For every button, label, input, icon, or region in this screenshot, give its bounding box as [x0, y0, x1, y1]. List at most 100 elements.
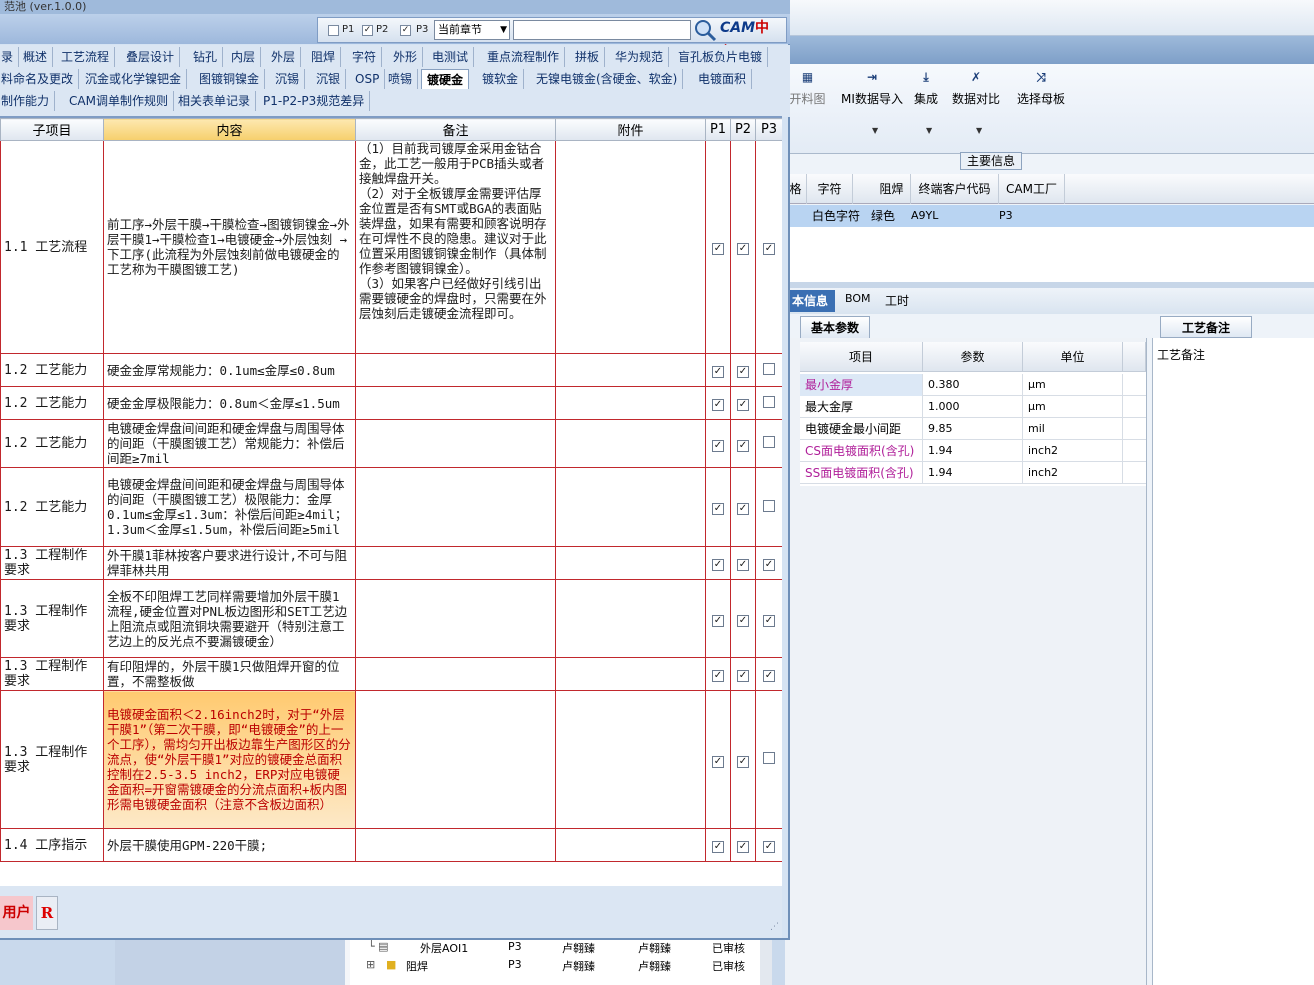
p3-cell[interactable]: ✓ — [755, 657, 782, 691]
process-notes-panel[interactable] — [1152, 338, 1314, 985]
param-row[interactable]: 最大金厚 1.000 μm — [800, 396, 1146, 418]
p1-checkbox[interactable]: ✓ — [712, 614, 724, 627]
content-cell[interactable]: 电镀硬金面积＜2.16inch2时，对于“外层干膜1”（第二次干膜，即“电镀硬金… — [103, 690, 356, 829]
p2-cell[interactable]: ✓ — [730, 419, 756, 468]
p3-checkbox[interactable] — [763, 752, 775, 764]
chapter-tab[interactable]: 镀硬金 — [421, 69, 470, 89]
p1-cell[interactable]: ✓ — [705, 467, 731, 547]
param-value[interactable]: 1.000 — [923, 396, 1023, 418]
param-row[interactable]: 电镀硬金最小间距 9.85 mil — [800, 418, 1146, 440]
ribbon-compare-button[interactable]: ✗ 数据对比 ▼ — [951, 70, 1001, 135]
column-header-subitem[interactable]: 子项目 — [0, 118, 104, 141]
p1-checkbox[interactable]: ✓ — [712, 243, 724, 255]
chapter-tab[interactable]: 字符 — [347, 47, 383, 67]
chevron-down-icon[interactable]: ▼ — [976, 126, 982, 135]
p2-checkbox[interactable]: ✓ — [737, 670, 749, 682]
subitem-cell[interactable]: 1.3 工程制作要求 — [0, 579, 104, 658]
p2-cell[interactable]: ✓ — [730, 140, 756, 354]
table-row[interactable]: 1.2 工艺能力 硬金金厚常规能力：0.1um≤金厚≤0.8um ✓ ✓ — [0, 353, 782, 387]
content-cell[interactable]: 电镀硬金焊盘间间距和硬金焊盘与周围导体的间距（干膜图镀工艺）极限能力：金厚0.1… — [103, 467, 356, 547]
subitem-cell[interactable]: 1.2 工艺能力 — [0, 386, 104, 420]
p3-cell[interactable] — [755, 353, 782, 387]
info-grid-row[interactable]: 白色字符 绿色 A9YL P3 — [785, 205, 1314, 227]
note-cell[interactable] — [355, 353, 556, 387]
chapter-tab[interactable]: 外层 — [266, 47, 302, 67]
attachment-cell[interactable] — [555, 140, 706, 354]
note-cell[interactable] — [355, 546, 556, 580]
tree-expand-icon[interactable]: ⊞ — [366, 958, 375, 971]
p2-cell[interactable]: ✓ — [730, 690, 756, 829]
ribbon-cut-button[interactable]: ▦ 开料图 — [785, 70, 830, 107]
content-cell[interactable]: 全板不印阻焊工艺同样需要增加外层干膜1流程,硬金位置对PNL板边图形和SET工艺… — [103, 579, 356, 658]
chapter-tab[interactable]: 叠层设计 — [121, 47, 181, 67]
p3-cell[interactable] — [755, 386, 782, 420]
tab-bom[interactable]: BOM — [845, 292, 871, 305]
table-row[interactable]: 1.2 工艺能力 电镀硬金焊盘间间距和硬金焊盘与周围导体的间距（干膜图镀工艺）常规… — [0, 419, 782, 468]
chapter-tab[interactable]: 喷锡 — [383, 69, 419, 89]
chapter-tab[interactable]: 沉金或化学镍钯金 — [80, 69, 188, 89]
chapter-tab[interactable]: 沉锡 — [270, 69, 306, 89]
subitem-cell[interactable]: 1.2 工艺能力 — [0, 353, 104, 387]
param-row[interactable]: 最小金厚 0.380 μm — [800, 374, 1146, 396]
p1-cell[interactable]: ✓ — [705, 419, 731, 468]
chapter-tab[interactable]: 相关表单记录 — [173, 91, 257, 111]
attachment-cell[interactable] — [555, 467, 706, 547]
tree-item-name[interactable]: 阻焊 — [406, 958, 428, 974]
p1-cell[interactable]: ✓ — [705, 579, 731, 658]
column-header-p1[interactable]: P1 — [705, 118, 731, 141]
note-cell[interactable] — [355, 657, 556, 691]
p2-cell[interactable]: ✓ — [730, 828, 756, 862]
p3-checkbox[interactable]: ✓ — [763, 614, 775, 627]
table-row[interactable]: 1.4 工序指示 外层干膜使用GPM-220干膜; ✓ ✓ ✓ — [0, 828, 782, 862]
p1-checkbox[interactable]: ✓ — [712, 559, 724, 571]
p2-checkbox[interactable]: ✓ — [737, 366, 749, 378]
p3-checkbox[interactable] — [763, 395, 775, 408]
p2-checkbox[interactable]: ✓ — [737, 559, 749, 571]
resize-grip-icon[interactable]: ⋰ — [770, 922, 782, 934]
chapter-tab[interactable]: 拼板 — [570, 47, 606, 67]
tab-process-notes[interactable]: 工艺备注 — [1160, 316, 1252, 338]
p2-checkbox[interactable]: ✓ — [737, 399, 749, 411]
params-header-unit[interactable]: 单位 — [1023, 342, 1123, 372]
grid-header[interactable]: CAM工厂 — [999, 174, 1065, 204]
params-header-item[interactable]: 项目 — [800, 342, 923, 372]
p3-checkbox[interactable]: ✓ — [763, 841, 775, 853]
param-value[interactable]: 9.85 — [923, 418, 1023, 440]
p3-cell[interactable] — [755, 419, 782, 468]
chapter-tab[interactable]: 华为规范 — [610, 47, 670, 67]
table-row[interactable]: 1.3 工程制作要求 外干膜1菲林按客户要求进行设计,不可与阻焊菲林共用 ✓ ✓ ✓ — [0, 546, 782, 580]
content-cell[interactable]: 有印阻焊的，外层干膜1只做阻焊开窗的位置，不需整板做 — [103, 657, 356, 691]
p1-cell[interactable]: ✓ — [705, 386, 731, 420]
attachment-cell[interactable] — [555, 579, 706, 658]
note-cell[interactable] — [355, 690, 556, 829]
table-row[interactable]: 1.3 工程制作要求 电镀硬金面积＜2.16inch2时，对于“外层干膜1”（第二… — [0, 690, 782, 829]
p1-checkbox[interactable]: ✓ — [712, 755, 724, 768]
p3-filter-checkbox[interactable]: ✓ — [400, 25, 411, 36]
p3-checkbox[interactable] — [763, 499, 775, 512]
chapter-tab[interactable]: 盲孔板负片电镀 — [673, 47, 769, 67]
process-tree-list[interactable]: └ ▤ 外层AOI1 P3 卢翱臻 卢翱臻 已审核 ⊞ ■ 阻焊 P3 卢翱臻 … — [350, 940, 760, 985]
chapter-tab[interactable]: 镀软金 — [477, 69, 525, 89]
content-cell[interactable]: 硬金金厚常规能力：0.1um≤金厚≤0.8um — [103, 353, 356, 387]
table-row[interactable]: 1.2 工艺能力 电镀硬金焊盘间间距和硬金焊盘与周围导体的间距（干膜图镀工艺）极限… — [0, 467, 782, 547]
param-value[interactable]: 1.94 — [923, 462, 1023, 484]
p2-checkbox[interactable]: ✓ — [737, 243, 749, 255]
p2-checkbox[interactable]: ✓ — [737, 614, 749, 627]
ribbon-mi-import-button[interactable]: ⇥ MI数据导入 ▼ — [837, 70, 907, 135]
p2-checkbox[interactable]: ✓ — [737, 841, 749, 853]
chapter-tab[interactable]: P1-P2-P3规范差异 — [258, 91, 371, 111]
table-row[interactable]: 1.2 工艺能力 硬金金厚极限能力：0.8um＜金厚≤1.5um ✓ ✓ — [0, 386, 782, 420]
chapter-tab[interactable]: 电测试 — [427, 47, 475, 67]
user-indicator[interactable]: 用户 — [0, 896, 33, 930]
chapter-tab[interactable]: 阻焊 — [306, 47, 342, 67]
p2-filter-checkbox[interactable]: ✓ — [362, 25, 373, 36]
note-cell[interactable] — [355, 419, 556, 468]
ribbon-integrate-button[interactable]: ⤓ 集成 ▼ — [911, 70, 941, 135]
subitem-cell[interactable]: 1.3 工程制作要求 — [0, 690, 104, 829]
tab-basic-info[interactable]: 本信息 — [785, 290, 835, 312]
p2-cell[interactable]: ✓ — [730, 546, 756, 580]
p3-cell[interactable]: ✓ — [755, 579, 782, 658]
tab-basic-params[interactable]: 基本参数 — [800, 316, 870, 338]
p1-filter-checkbox[interactable] — [328, 25, 339, 36]
p3-checkbox[interactable]: ✓ — [763, 670, 775, 682]
